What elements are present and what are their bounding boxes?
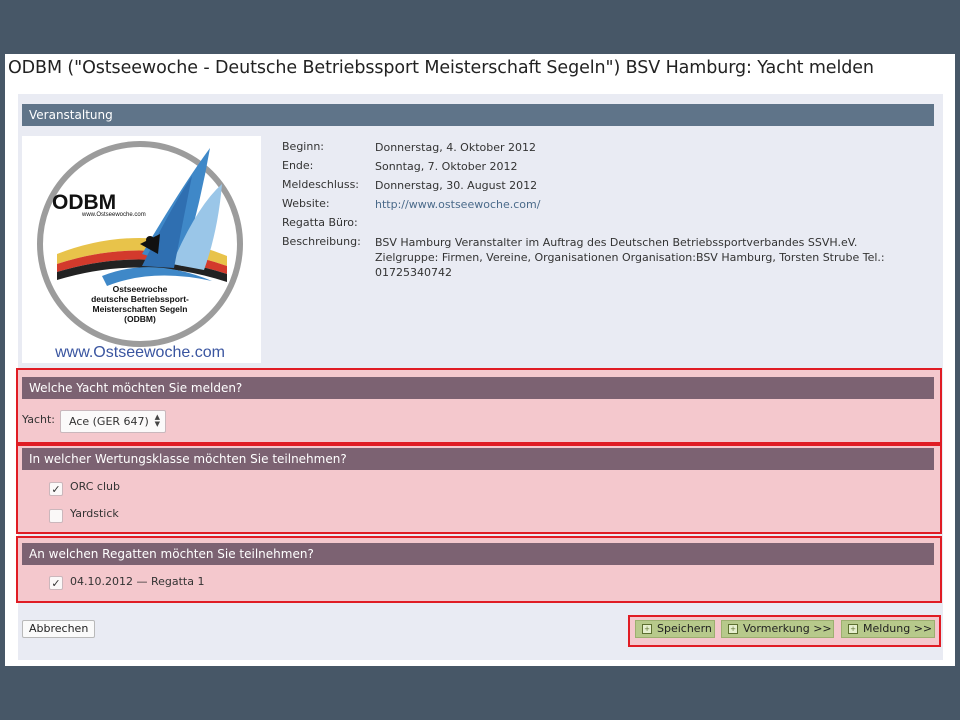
yardstick-checkbox[interactable] <box>49 509 63 523</box>
info-row-deadline: Meldeschluss: Donnerstag, 30. August 201… <box>18 178 943 198</box>
save-button-label: Speichern <box>657 622 712 635</box>
yacht-selected-value: Ace (GER 647) <box>69 415 149 428</box>
info-row-office: Regatta Büro: <box>18 216 943 236</box>
yardstick-label: Yardstick <box>70 507 119 520</box>
end-label: Ende: <box>282 159 314 172</box>
event-section-header: Veranstaltung <box>22 104 934 126</box>
orc-club-label: ORC club <box>70 480 120 493</box>
yacht-label: Yacht: <box>22 413 55 426</box>
end-value: Sonntag, 7. Oktober 2012 <box>375 160 518 173</box>
info-row-end: Ende: Sonntag, 7. Oktober 2012 <box>18 159 943 179</box>
begin-value: Donnerstag, 4. Oktober 2012 <box>375 141 537 154</box>
class-section-header: In welcher Wertungsklasse möchten Sie te… <box>22 448 934 470</box>
logo-subtitle-1: Ostseewoche <box>113 284 168 294</box>
logo-subtitle-4: (ODBM) <box>124 314 156 324</box>
begin-label: Beginn: <box>282 140 325 153</box>
yacht-section-header: Welche Yacht möchten Sie melden? <box>22 377 934 399</box>
website-link[interactable]: http://www.ostseewoche.com/ <box>375 197 915 212</box>
page-title: ODBM ("Ostseewoche - Deutsche Betriebssp… <box>8 58 874 78</box>
regatta-section-header: An welchen Regatten möchten Sie teilnehm… <box>22 543 934 565</box>
regatta-1-label: 04.10.2012 — Regatta 1 <box>70 575 205 588</box>
logo-subtitle-2: deutsche Betriebssport- <box>91 294 189 304</box>
plus-icon: + <box>848 624 858 634</box>
reserve-button-label: Vormerkung >> <box>743 622 832 635</box>
orc-club-checkbox[interactable]: ✓ <box>49 482 63 496</box>
plus-icon: + <box>642 624 652 634</box>
info-row-website: Website: http://www.ostseewoche.com/ <box>18 197 943 217</box>
submit-button-label: Meldung >> <box>863 622 933 635</box>
checkmark-icon: ✓ <box>51 577 61 590</box>
deadline-value: Donnerstag, 30. August 2012 <box>375 179 538 192</box>
main-page: ODBM ("Ostseewoche - Deutsche Betriebssp… <box>5 54 955 666</box>
description-value: BSV Hamburg Veranstalter im Auftrag des … <box>375 236 885 279</box>
plus-icon: + <box>728 624 738 634</box>
cancel-button[interactable]: Abbrechen <box>22 620 96 638</box>
select-arrows-icon: ▲ ▼ <box>154 413 160 428</box>
reserve-button[interactable]: + Vormerkung >> <box>721 620 834 638</box>
regatta-1-checkbox[interactable]: ✓ <box>49 576 63 590</box>
checkmark-icon: ✓ <box>51 483 61 496</box>
regatta-office-label: Regatta Büro: <box>282 216 358 229</box>
submit-button[interactable]: + Meldung >> <box>841 620 935 638</box>
logo-footer-url: www.Ostseewoche.com <box>54 344 225 361</box>
description-label: Beschreibung: <box>282 235 361 248</box>
deadline-label: Meldeschluss: <box>282 178 360 191</box>
save-button[interactable]: + Speichern <box>635 620 715 638</box>
yacht-select[interactable]: Ace (GER 647) ▲ ▼ <box>60 410 166 433</box>
info-row-description: Beschreibung: BSV Hamburg Veranstalter i… <box>18 235 943 279</box>
info-row-begin: Beginn: Donnerstag, 4. Oktober 2012 <box>18 140 943 160</box>
website-label: Website: <box>282 197 330 210</box>
logo-subtitle-3: Meisterschaften Segeln <box>93 304 188 314</box>
